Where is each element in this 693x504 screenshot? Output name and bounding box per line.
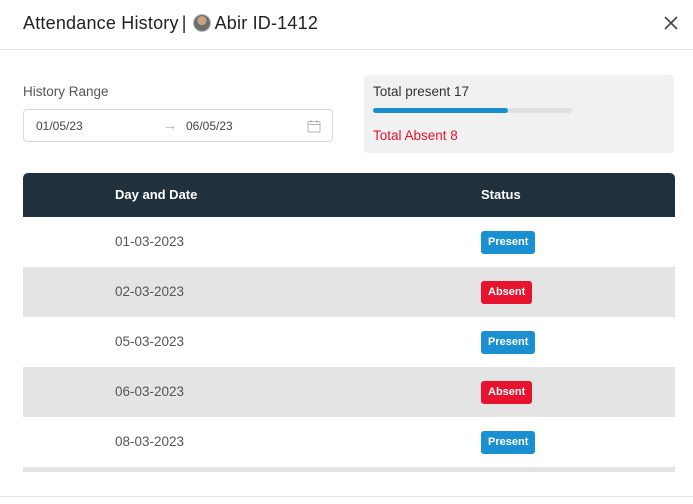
table-row: 08-03-2023 Present <box>23 417 675 467</box>
avatar <box>192 14 211 32</box>
status-badge: Present <box>481 431 536 454</box>
history-range-label: History Range <box>23 84 109 99</box>
status-badge: Absent <box>481 281 533 304</box>
modal-footer-divider <box>0 496 693 497</box>
present-progress-bar <box>373 108 572 113</box>
row-date: 02-03-2023 <box>115 284 185 299</box>
column-header-date: Day and Date <box>115 187 198 202</box>
status-badge: Absent <box>481 381 533 404</box>
table-row: 06-03-2023 Absent <box>23 367 675 417</box>
total-present: Total present 17 <box>373 84 470 99</box>
status-badge: Present <box>481 231 536 254</box>
table-footer <box>23 467 675 472</box>
start-date-input[interactable]: 01/05/23 <box>36 119 83 133</box>
attendance-summary: Total present 17 Total Absent 8 <box>364 75 674 153</box>
modal-title: Attendance History | Abir ID-1412 <box>23 11 318 35</box>
row-date: 05-03-2023 <box>115 334 185 349</box>
date-range-picker[interactable]: 01/05/23 → 06/05/23 <box>23 109 333 142</box>
status-badge: Present <box>481 331 536 354</box>
end-date-input[interactable]: 06/05/23 <box>186 119 233 133</box>
column-header-status: Status <box>481 187 521 202</box>
row-date: 01-03-2023 <box>115 234 185 249</box>
attendance-table: Day and Date Status 01-03-2023 Present 0… <box>23 173 675 472</box>
title-separator: | <box>181 12 187 33</box>
close-icon <box>664 16 678 30</box>
table-row: 05-03-2023 Present <box>23 317 675 367</box>
table-header: Day and Date Status <box>23 173 675 217</box>
row-date: 08-03-2023 <box>115 434 185 449</box>
page-title: Attendance History <box>23 12 179 33</box>
user-name: Abir ID-1412 <box>214 12 319 33</box>
arrow-right-icon: → <box>163 117 177 133</box>
modal-header: Attendance History | Abir ID-1412 <box>0 0 693 50</box>
total-absent: Total Absent 8 <box>373 128 458 143</box>
table-row: 01-03-2023 Present <box>23 217 675 267</box>
close-button[interactable] <box>660 12 682 34</box>
present-progress-fill <box>373 108 509 113</box>
table-row: 02-03-2023 Absent <box>23 267 675 317</box>
row-date: 06-03-2023 <box>115 384 185 399</box>
calendar-icon[interactable] <box>307 119 321 133</box>
